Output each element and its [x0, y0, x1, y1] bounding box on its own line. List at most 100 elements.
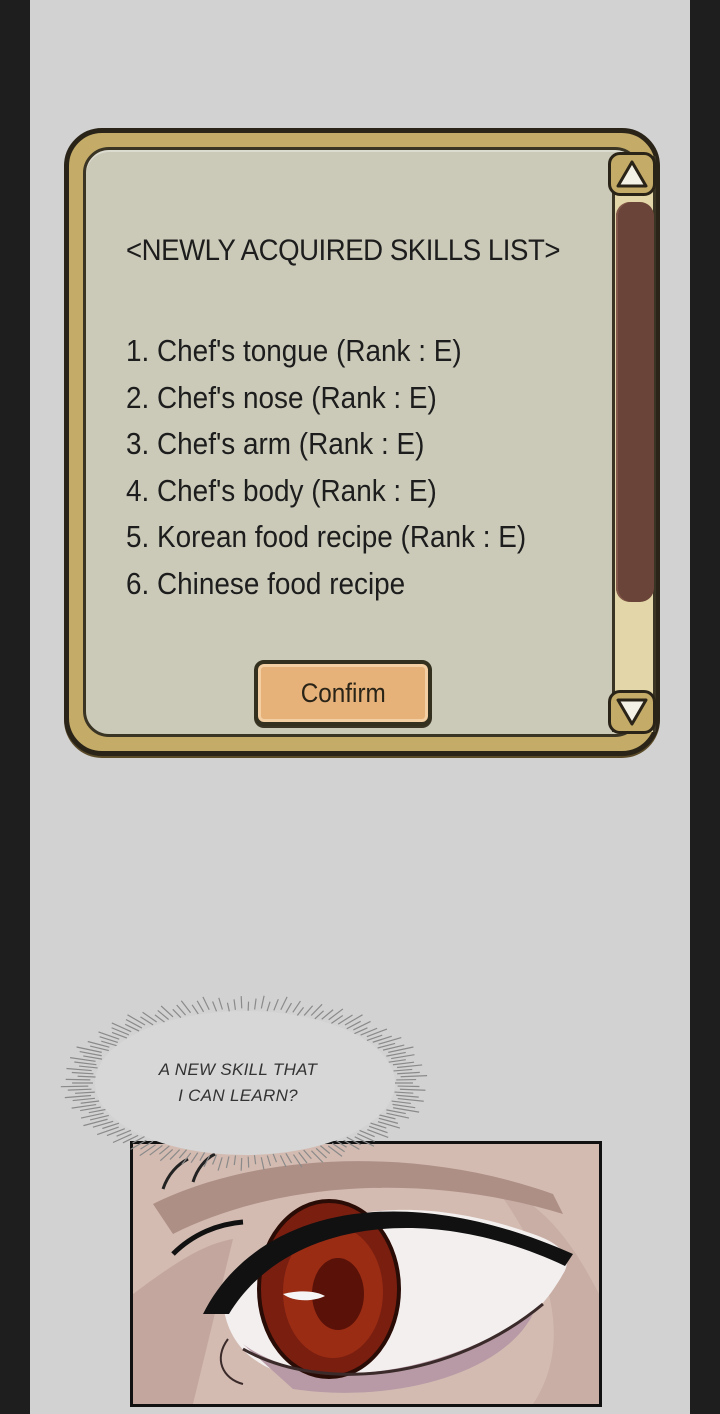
thought-ray: [253, 1155, 257, 1165]
triangle-up-icon: [616, 160, 648, 188]
thought-ray: [266, 1001, 271, 1012]
thought-ray: [328, 1008, 344, 1021]
thought-ray: [212, 1001, 218, 1012]
thought-ray: [191, 1004, 199, 1015]
triangle-down-icon: [616, 698, 648, 726]
skills-list: 1. Chef's tongue (Rank : E) 2. Chef's no…: [126, 328, 571, 607]
thought-ray: [69, 1057, 96, 1062]
thought-ray: [343, 1139, 360, 1150]
thought-ray: [353, 1020, 371, 1031]
confirm-button-label: Confirm: [300, 677, 386, 708]
thought-ray: [394, 1091, 414, 1094]
thought-ray: [266, 1155, 272, 1167]
thought-ray: [79, 1065, 98, 1069]
thought-ray: [240, 1157, 243, 1171]
thought-bubble: A NEW SKILL THAT I CAN LEARN?: [60, 985, 430, 1185]
thought-ray: [254, 998, 257, 1010]
thought-ray: [397, 1071, 420, 1075]
skill-item: 1. Chef's tongue (Rank : E): [126, 333, 462, 368]
thought-ray: [83, 1055, 103, 1060]
thought-ray: [71, 1071, 94, 1075]
thought-ray: [172, 1008, 182, 1018]
thought-ray: [392, 1103, 416, 1109]
thought-ray: [178, 1149, 188, 1159]
thought-ray: [391, 1054, 415, 1060]
thought-ray: [337, 1014, 353, 1025]
thought-ray: [303, 1149, 312, 1160]
thought-line: I CAN LEARN?: [178, 1086, 298, 1105]
thought-ray: [233, 999, 237, 1010]
comic-page: <NEWLY ACQUIRED SKILLS LIST> 1. Chef's t…: [30, 0, 690, 1414]
thought-ray: [393, 1068, 413, 1072]
thought-ray: [66, 1067, 92, 1072]
thought-ray: [400, 1075, 428, 1078]
thought-ray: [260, 1157, 265, 1170]
thought-ray: [314, 1010, 324, 1020]
thought-ray: [199, 1152, 206, 1161]
thought-ray: [357, 1133, 375, 1142]
skill-item: 6. Chinese food recipe: [126, 565, 406, 601]
skill-item: 4. Chef's body (Rank : E): [126, 472, 437, 508]
thought-ray: [298, 1151, 308, 1164]
thought-ray: [366, 1028, 388, 1038]
thought-ray: [98, 1031, 120, 1040]
thought-ray: [181, 1152, 192, 1165]
thought-line: A NEW SKILL THAT: [158, 1060, 318, 1079]
skills-window: <NEWLY ACQUIRED SKILLS LIST> 1. Chef's t…: [64, 128, 660, 756]
thought-ray: [272, 1153, 278, 1163]
thought-ray: [327, 1145, 343, 1157]
confirm-button[interactable]: Confirm: [254, 660, 432, 726]
thought-ray: [397, 1097, 424, 1102]
thought-ray: [190, 1152, 199, 1164]
thought-ray: [74, 1061, 97, 1066]
thought-ray: [88, 1108, 106, 1114]
thought-ray: [396, 1094, 419, 1098]
thought-ray: [80, 1106, 101, 1112]
thought-ray: [217, 1157, 223, 1171]
thought-ray: [130, 1139, 147, 1150]
thought-ray: [212, 1154, 218, 1165]
thought-ray: [139, 1144, 156, 1157]
thought-ray: [388, 1059, 406, 1063]
thought-ray: [285, 1002, 293, 1014]
thought-ray: [218, 997, 223, 1010]
thought-ray: [225, 1156, 230, 1169]
thought-ray: [233, 1155, 237, 1166]
thought-ray: [203, 1155, 211, 1168]
thought-bubble-text: A NEW SKILL THAT I CAN LEARN?: [148, 1057, 328, 1109]
thought-ray: [83, 1118, 108, 1127]
scroll-up-button[interactable]: [608, 152, 656, 196]
skill-item: 2. Chef's nose (Rank : E): [126, 379, 437, 415]
thought-ray: [67, 1088, 92, 1091]
thought-ray: [202, 996, 210, 1010]
skills-window-title: <NEWLY ACQUIRED SKILLS LIST>: [126, 234, 561, 267]
thought-ray: [240, 996, 243, 1009]
thought-ray: [64, 1094, 92, 1099]
thought-ray: [226, 1002, 230, 1012]
scrollbar-thumb[interactable]: [616, 202, 654, 602]
thought-ray: [96, 1126, 119, 1136]
skill-item: 5. Korean food recipe (Rank : E): [126, 519, 527, 554]
thought-ray: [273, 998, 279, 1011]
thought-ray: [142, 1011, 158, 1023]
thought-ray: [72, 1097, 96, 1102]
thought-ray: [280, 996, 288, 1010]
thought-ray: [127, 1014, 146, 1026]
thought-ray: [386, 1051, 406, 1057]
thought-ray: [77, 1075, 96, 1078]
thought-ray: [354, 1136, 375, 1147]
thought-ray: [391, 1100, 411, 1105]
thought-ray: [292, 1000, 301, 1013]
thought-ray: [80, 1100, 100, 1104]
skills-window-panel: <NEWLY ACQUIRED SKILLS LIST> 1. Chef's t…: [83, 147, 656, 737]
scroll-down-button[interactable]: [608, 690, 656, 734]
thought-ray: [279, 1155, 287, 1168]
thought-ray: [71, 1103, 97, 1109]
thought-ray: [176, 1004, 187, 1016]
skill-item: 3. Chef's arm (Rank : E): [126, 426, 425, 461]
thought-ray: [196, 1000, 205, 1013]
thought-ray: [285, 1152, 293, 1164]
thought-ray: [386, 1109, 406, 1115]
thought-ray: [378, 1036, 402, 1045]
thought-ray: [379, 1114, 396, 1120]
